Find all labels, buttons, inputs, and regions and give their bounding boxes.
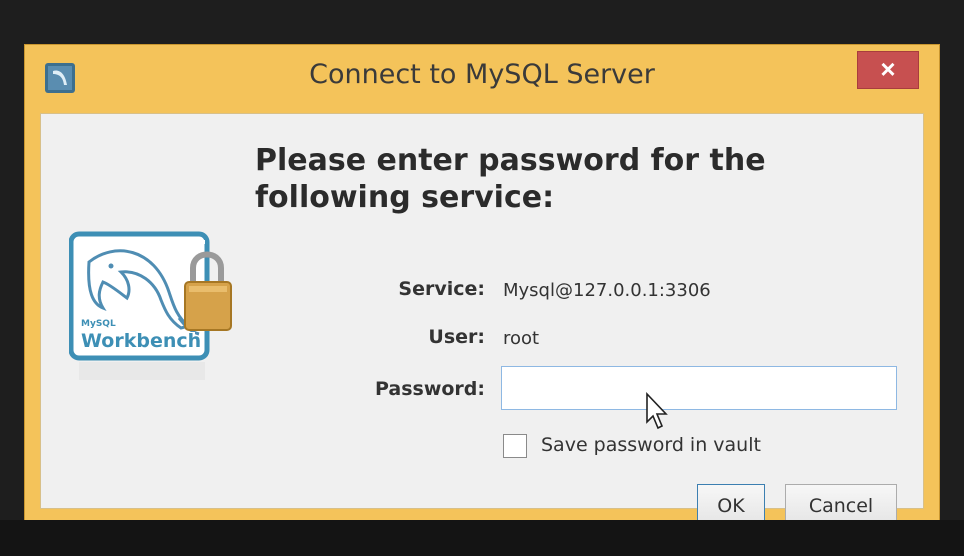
service-label: Service: [398, 278, 485, 300]
logo-brand-small: MySQL [81, 319, 116, 329]
title-bar[interactable]: Connect to MySQL Server × [25, 45, 939, 113]
user-label: User: [428, 326, 485, 348]
close-button[interactable]: × [857, 51, 919, 89]
save-password-checkbox[interactable] [503, 434, 527, 458]
password-label: Password: [374, 378, 485, 400]
dialog-heading: Please enter password for the following … [255, 143, 766, 215]
dialog-content: Please enter password for the following … [40, 113, 924, 528]
mysql-workbench-logo [69, 231, 232, 380]
dialog-window: Connect to MySQL Server × Please enter p… [24, 44, 940, 528]
service-value: Mysql@127.0.0.1:3306 [503, 280, 711, 301]
save-password-label[interactable]: Save password in vault [541, 434, 761, 456]
password-field[interactable] [501, 366, 897, 410]
mouse-pointer-icon [646, 392, 668, 430]
logo-brand-text: Workbench [81, 330, 202, 352]
background-strip [0, 520, 964, 556]
user-value: root [503, 328, 540, 349]
window-title: Connect to MySQL Server [309, 59, 655, 90]
